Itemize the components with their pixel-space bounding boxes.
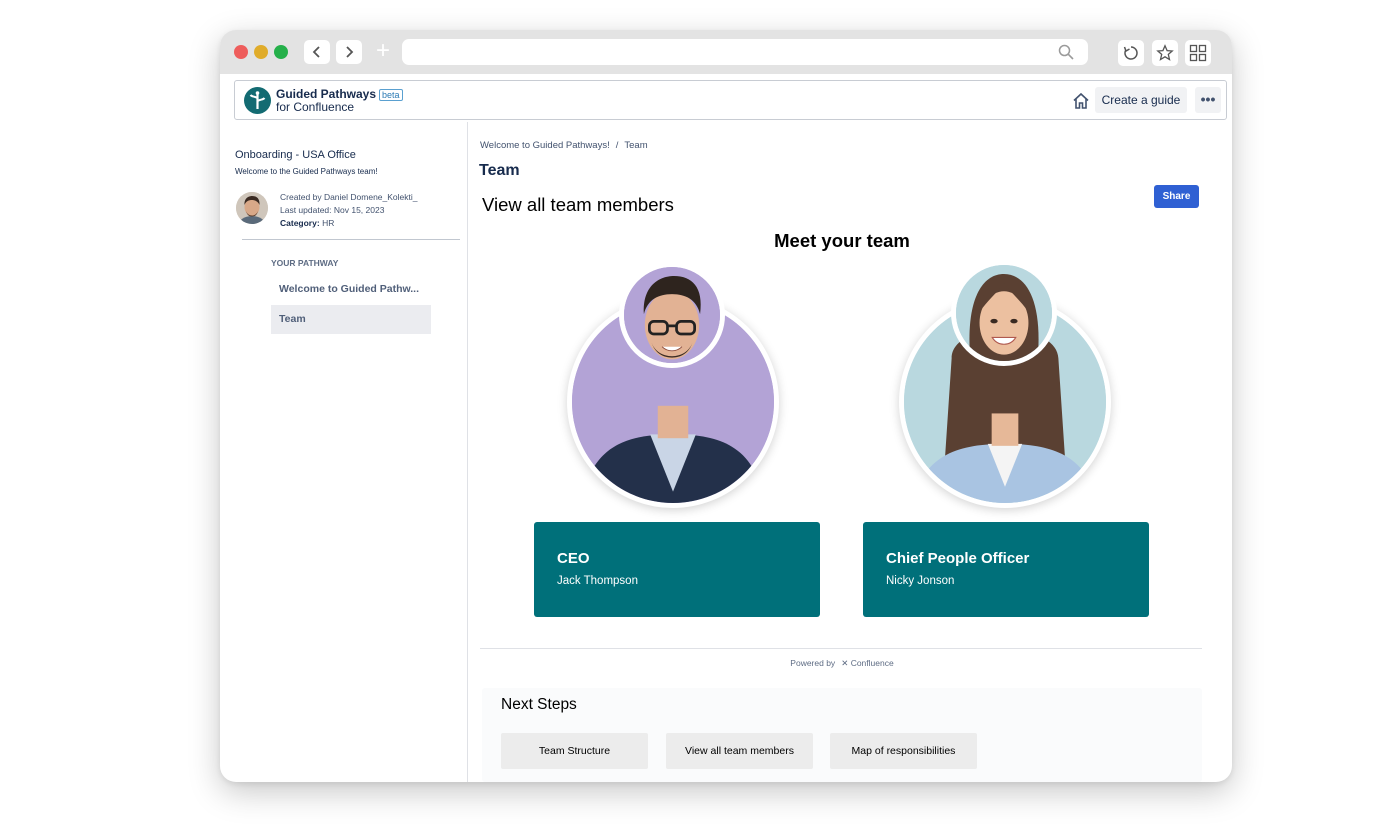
team-structure-button[interactable]: Team Structure [501, 733, 648, 769]
powered-by-label: Powered by [790, 658, 836, 668]
next-steps-title: Next Steps [501, 696, 577, 713]
pathway-section-label: YOUR PATHWAY [271, 258, 339, 268]
sidebar-item-welcome[interactable]: Welcome to Guided Pathw... [271, 275, 431, 304]
main-content: Welcome to Guided Pathways! / Team Team Sh… [469, 122, 1232, 782]
pathway-subtitle: Welcome to the Guided Pathways team! [235, 167, 378, 176]
author-avatar-image [236, 192, 268, 224]
member-role: Chief People Officer [886, 550, 1030, 567]
confluence-logo[interactable]: ✕ Confluence [841, 658, 894, 668]
next-steps-panel: Next Steps Team Structure View all team … [482, 688, 1202, 782]
app-header: Guided Pathways beta for Confluence Creat… [234, 80, 1227, 120]
footer-divider [480, 648, 1202, 649]
beta-badge: beta [379, 89, 403, 101]
minimize-window-button[interactable] [254, 45, 268, 59]
address-bar[interactable] [402, 39, 1088, 65]
home-icon[interactable] [1071, 91, 1091, 111]
breadcrumb-link-team[interactable]: Team [624, 140, 647, 151]
category-label: Category: [280, 218, 320, 228]
page-title: Team [479, 162, 520, 179]
extensions-button[interactable] [1185, 40, 1211, 66]
team-member-card[interactable]: Chief People Officer Nicky Jonson [863, 522, 1149, 617]
ceo-head-image [624, 267, 720, 363]
reload-icon [1123, 46, 1138, 60]
pathway-title: Onboarding - USA Office [235, 149, 356, 161]
team-member-card[interactable]: CEO Jack Thompson [534, 522, 820, 617]
maximize-window-button[interactable] [274, 45, 288, 59]
url-input[interactable] [402, 39, 1042, 65]
category-value: HR [322, 218, 335, 228]
sidebar-item-team[interactable]: Team [271, 305, 431, 334]
category: Category: HR [280, 218, 334, 228]
more-options-button[interactable]: ••• [1195, 87, 1221, 113]
chevron-left-icon [312, 46, 320, 58]
brand-title: Guided Pathways beta [276, 87, 403, 101]
section-title: Meet your team [774, 230, 910, 251]
member-name: Jack Thompson [557, 575, 638, 587]
sidebar: Onboarding - USA Office Welcome to the G… [220, 122, 468, 782]
page-subheading: View all team members [482, 194, 674, 215]
cpo-head-frame [951, 260, 1057, 366]
guided-pathways-logo[interactable] [244, 87, 271, 114]
signpost-icon [249, 91, 266, 109]
create-guide-button[interactable]: Create a guide [1095, 87, 1187, 113]
powered-by: Powered by ✕ Confluence [469, 658, 1215, 669]
search-icon[interactable] [1058, 44, 1074, 60]
plus-icon: + [375, 37, 390, 64]
member-role: CEO [557, 550, 590, 567]
sidebar-divider [242, 239, 460, 240]
share-button[interactable]: Share [1154, 185, 1199, 208]
chevron-right-icon [346, 46, 354, 58]
member-name: Nicky Jonson [886, 575, 955, 587]
browser-window: + Guided Pathways beta for Confluence Cr… [220, 30, 1232, 782]
last-updated: Last updated: Nov 15, 2023 [280, 205, 385, 215]
view-all-team-members-button[interactable]: View all team members [666, 733, 813, 769]
bookmark-button[interactable] [1152, 40, 1178, 66]
new-tab-button[interactable]: + [372, 39, 394, 63]
confluence-icon: ✕ [841, 658, 849, 668]
breadcrumb: Welcome to Guided Pathways! / Team [480, 140, 648, 151]
browser-toolbar: + [220, 30, 1232, 74]
grid-icon [1189, 44, 1207, 62]
map-of-responsibilities-button[interactable]: Map of responsibilities [830, 733, 977, 769]
breadcrumb-link-welcome[interactable]: Welcome to Guided Pathways! [480, 140, 610, 151]
created-by: Created by Daniel Domene_Kolekti_ [280, 192, 418, 202]
breadcrumb-separator: / [615, 140, 619, 151]
forward-button[interactable] [336, 40, 362, 64]
close-window-button[interactable] [234, 45, 248, 59]
cpo-head-image [956, 265, 1052, 361]
back-button[interactable] [304, 40, 330, 64]
confluence-brand: Confluence [850, 658, 894, 668]
star-icon [1156, 44, 1174, 61]
avatar [236, 192, 268, 224]
brand-subtitle: for Confluence [276, 100, 355, 114]
ceo-head-frame [619, 262, 725, 368]
brand-name: Guided Pathways [276, 87, 377, 101]
reload-button[interactable] [1118, 40, 1144, 66]
